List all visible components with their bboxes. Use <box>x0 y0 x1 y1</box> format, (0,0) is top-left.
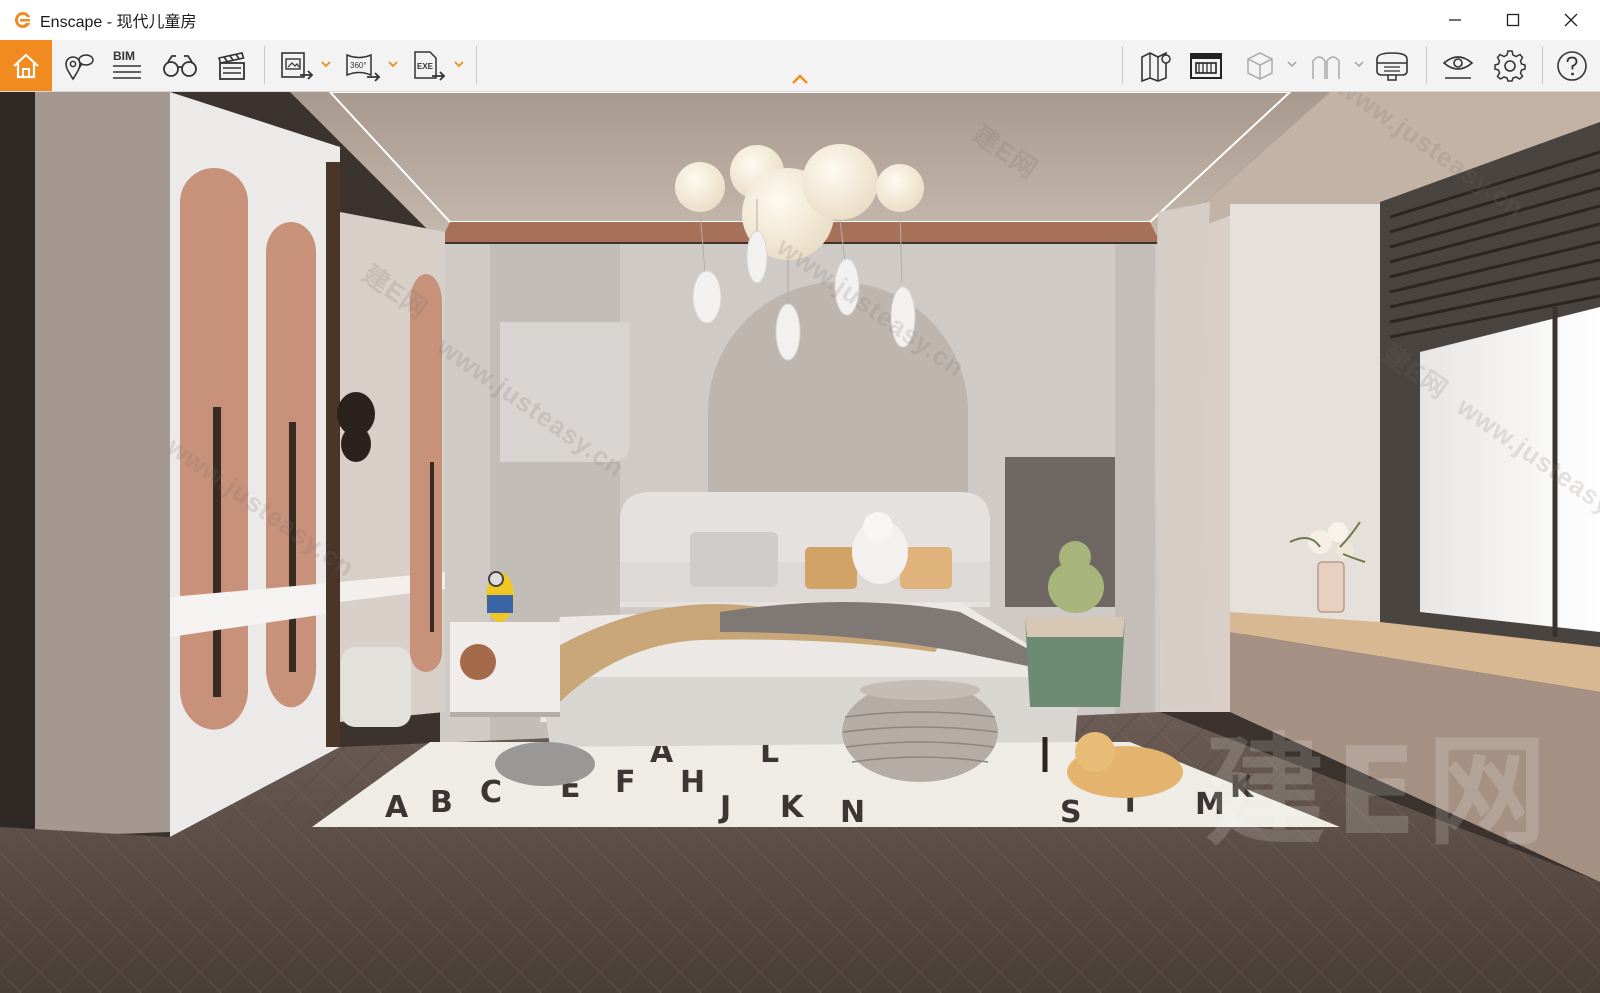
screenshot-button[interactable] <box>278 40 318 91</box>
asset-library-button[interactable] <box>1186 40 1226 91</box>
svg-text:N: N <box>840 795 865 830</box>
visual-settings-button[interactable] <box>1438 40 1478 91</box>
toolbar-separator <box>1122 46 1123 84</box>
enscape-window: Enscape - 现代儿童房 BIM 360° EXE A B C E F H… <box>0 0 1600 993</box>
help-button[interactable] <box>1552 40 1592 91</box>
collapse-toolbar-chevron-icon[interactable] <box>790 72 810 86</box>
export-exe-button[interactable]: EXE <box>410 40 450 91</box>
panorama-360-label: 360° <box>350 61 367 70</box>
minimize-icon <box>1449 19 1461 21</box>
svg-text:B: B <box>430 785 453 820</box>
panorama-button[interactable]: 360° <box>344 40 384 91</box>
exe-export-icon: EXE <box>414 50 446 81</box>
clapperboard-icon <box>217 51 245 80</box>
screenshot-export-icon <box>281 51 314 80</box>
chevron-down-icon[interactable] <box>453 58 465 70</box>
close-button[interactable] <box>1542 0 1600 40</box>
toolbar-separator <box>476 46 477 84</box>
window-title: Enscape - 现代儿童房 <box>40 14 197 31</box>
vr-headset-icon <box>1376 51 1408 81</box>
location-pin-icon <box>65 53 94 81</box>
svg-text:A: A <box>385 790 409 825</box>
svg-text:K: K <box>780 790 805 825</box>
home-icon <box>13 53 39 78</box>
toolbar-separator <box>1542 46 1543 84</box>
svg-text:C: C <box>480 775 502 810</box>
title-bar: Enscape - 现代儿童房 <box>0 0 1600 41</box>
chevron-down-icon[interactable] <box>387 58 399 70</box>
enscape-logo-icon <box>15 12 30 28</box>
toolbar-separator <box>264 46 265 84</box>
cube-icon <box>1247 51 1273 80</box>
bim-icon: BIM <box>113 49 141 79</box>
bim-label: BIM <box>113 49 135 63</box>
section-button[interactable] <box>1306 40 1346 91</box>
close-icon <box>1564 13 1578 27</box>
map-icon <box>1141 51 1171 82</box>
brand-watermark: 建E网 <box>1205 723 1557 862</box>
views-button[interactable] <box>160 40 200 91</box>
chevron-down-icon[interactable] <box>320 58 332 70</box>
minimize-button[interactable] <box>1426 0 1484 40</box>
gear-icon <box>1494 49 1526 82</box>
svg-text:S: S <box>1060 795 1082 830</box>
svg-text:H: H <box>680 765 705 800</box>
help-icon <box>1557 50 1587 81</box>
toolbar: BIM 360° EXE <box>0 40 1600 92</box>
section-icon <box>1312 55 1340 79</box>
vr-headset-button[interactable] <box>1372 40 1412 91</box>
asset-library-icon <box>1190 52 1222 79</box>
binoculars-icon <box>163 54 197 77</box>
bim-button[interactable]: BIM <box>108 40 148 91</box>
chevron-down-icon[interactable] <box>1353 58 1365 70</box>
maximize-icon <box>1506 13 1520 27</box>
eye-icon <box>1442 55 1474 79</box>
exe-label: EXE <box>417 62 434 71</box>
render-viewport[interactable]: ABC EFH JKN STM KLA www.justeasy.cn www.… <box>0 92 1600 993</box>
panorama-360-icon: 360° <box>346 53 381 82</box>
maximize-button[interactable] <box>1484 0 1542 40</box>
general-settings-button[interactable] <box>1490 40 1530 91</box>
map-button[interactable] <box>1136 40 1176 91</box>
svg-text:J: J <box>718 790 731 825</box>
toolbar-separator <box>1426 46 1427 84</box>
home-button[interactable] <box>0 40 52 91</box>
window-controls <box>1426 0 1600 40</box>
chevron-down-icon[interactable] <box>1286 58 1298 70</box>
video-editor-button[interactable] <box>212 40 252 91</box>
position-marker-button[interactable] <box>58 40 100 91</box>
cube-button[interactable] <box>1240 40 1280 91</box>
svg-text:F: F <box>615 765 636 800</box>
